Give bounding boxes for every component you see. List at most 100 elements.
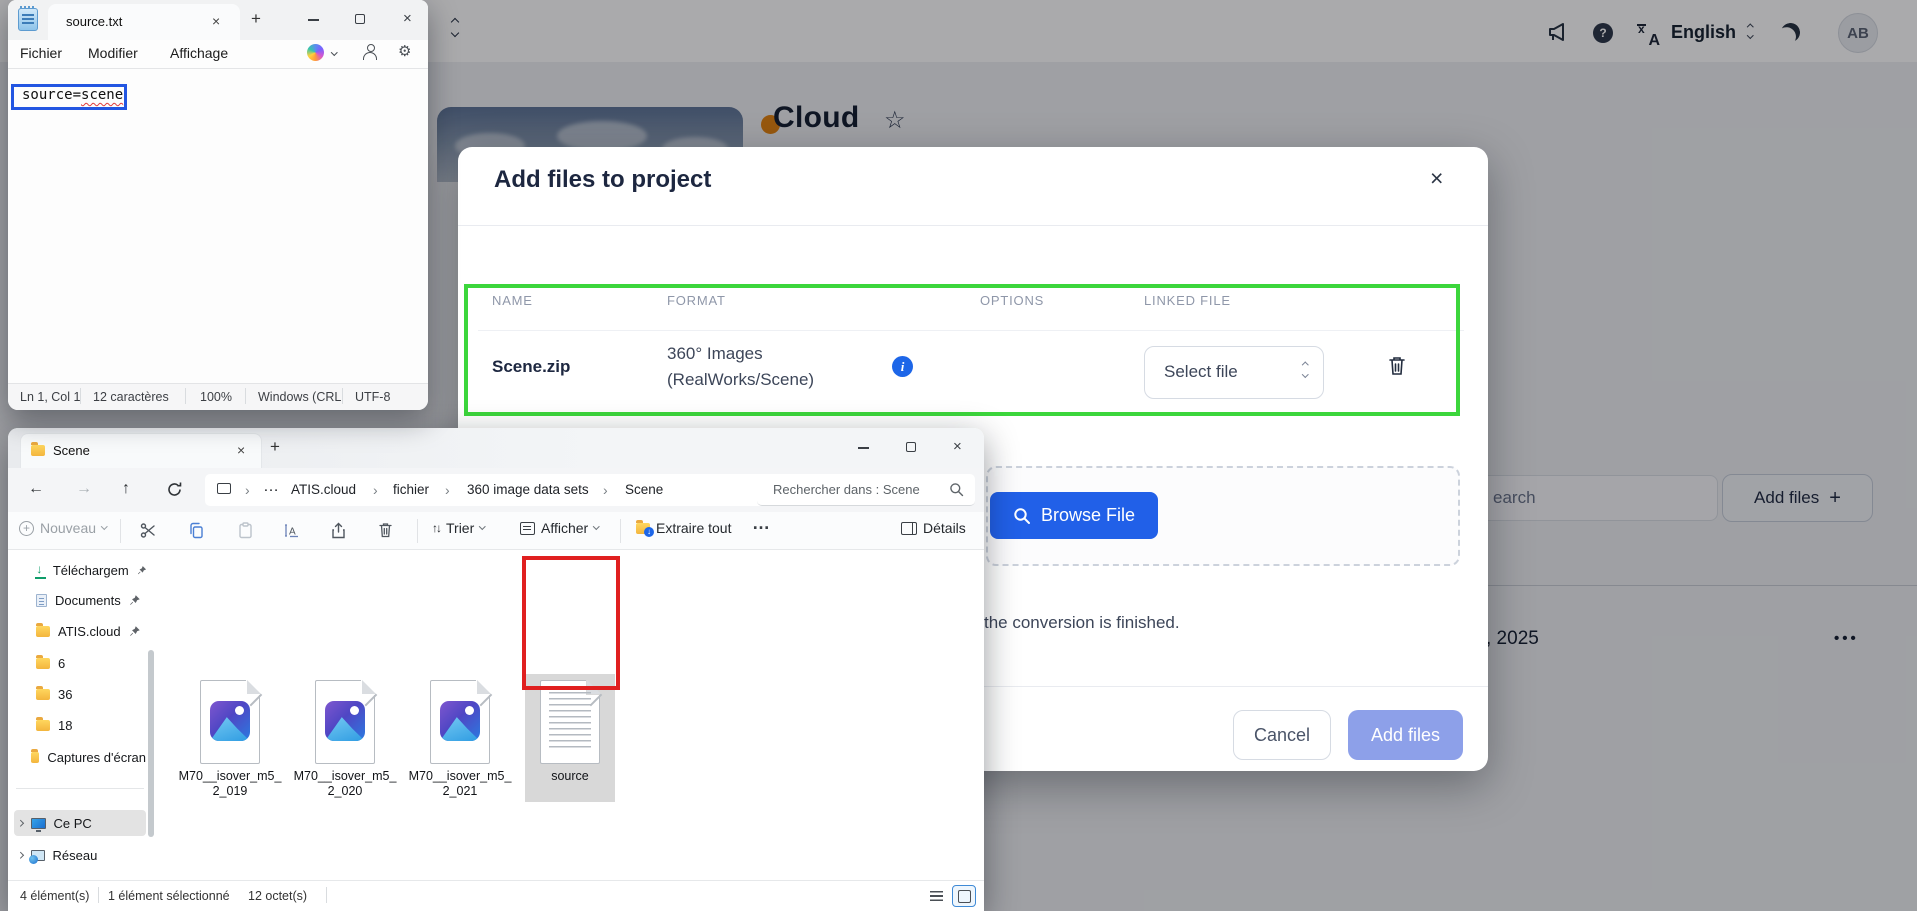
large-icons-view-icon[interactable] [952, 885, 976, 907]
sidebar-item-6[interactable]: 6 [14, 650, 146, 676]
crumb-atis-cloud[interactable]: ATIS.cloud [291, 482, 356, 497]
linked-file-select[interactable]: Select file [1144, 346, 1324, 399]
sidebar-item-ce-pc[interactable]: Ce PC [14, 810, 146, 836]
crumb-360-image-data-sets[interactable]: 360 image data sets [467, 482, 589, 497]
sidebar-item-atis-cloud[interactable]: ATIS.cloud [14, 618, 146, 644]
details-button[interactable]: Détails [901, 520, 966, 536]
delete-icon[interactable] [377, 521, 394, 539]
crumb-ellipsis[interactable]: … [263, 478, 279, 496]
svg-text:A: A [289, 527, 296, 538]
nav-back-icon[interactable]: ← [28, 480, 44, 498]
close-icon[interactable]: × [403, 10, 412, 27]
sidebar-item-documents[interactable]: Documents [14, 587, 146, 613]
plus-circle-icon: + [19, 521, 34, 536]
browse-file-button[interactable]: Browse File [990, 492, 1158, 539]
select-stepper-icon [1303, 363, 1308, 376]
sidebar-item-18[interactable]: 18 [14, 712, 146, 738]
paste-icon[interactable] [237, 522, 254, 539]
explorer-toolbar: + Nouveau A [8, 512, 984, 550]
minimize-icon[interactable] [858, 447, 869, 449]
sidebar-item-reseau[interactable]: Réseau [14, 842, 146, 868]
crumb-fichier[interactable]: fichier [393, 482, 429, 497]
extraire-label: Extraire tout [656, 520, 731, 536]
add-files-submit-button[interactable]: Add files [1348, 710, 1463, 760]
sidebar-scrollbar[interactable] [148, 650, 154, 837]
delete-row-icon[interactable] [1386, 354, 1408, 378]
conversion-note: the conversion is finished. [984, 613, 1180, 633]
tab-close-icon[interactable]: × [237, 442, 245, 458]
copy-icon[interactable] [188, 522, 205, 539]
file-name-cell: Scene.zip [492, 357, 570, 377]
copilot-icon[interactable] [307, 44, 324, 61]
sort-button[interactable]: ↑↓ Trier [432, 520, 485, 536]
file-tile-019[interactable]: M70__isover_m5_2_019 [178, 680, 282, 799]
this-pc-icon [217, 483, 231, 494]
menu-fichier[interactable]: Fichier [20, 45, 62, 61]
crumb-chevron-icon: › [603, 482, 608, 498]
explorer-search-input[interactable]: Rechercher dans : Scene [757, 474, 975, 506]
notepad-statusbar: Ln 1, Col 1 12 caractères 100% Windows (… [8, 383, 428, 410]
list-view-icon[interactable] [930, 891, 943, 901]
minimize-icon[interactable] [308, 19, 319, 21]
cut-icon[interactable] [140, 522, 157, 539]
notepad-tab[interactable]: source.txt × [48, 4, 240, 40]
details-icon [901, 522, 917, 535]
status-separator [326, 887, 327, 903]
share-icon[interactable] [330, 522, 347, 539]
crumb-chevron-icon: › [245, 482, 250, 498]
folder-icon [36, 626, 50, 637]
tab-close-icon[interactable]: × [212, 13, 220, 29]
menu-affichage[interactable]: Affichage [170, 45, 228, 61]
browse-file-label: Browse File [1041, 505, 1135, 526]
breadcrumb[interactable]: › … ATIS.cloud › fichier › 360 image dat… [205, 474, 765, 506]
menu-modifier[interactable]: Modifier [88, 45, 138, 61]
extract-all-button[interactable]: ↓ Extraire tout [636, 520, 731, 536]
new-item-button[interactable]: + Nouveau [19, 520, 107, 536]
status-separator [245, 388, 246, 404]
nav-up-icon[interactable]: ↑ [122, 480, 130, 498]
new-tab-icon[interactable]: + [270, 437, 280, 457]
editor-text[interactable]: source=scene [22, 87, 123, 103]
sidebar-item-captures[interactable]: Captures d'écran [14, 744, 146, 770]
crumb-scene[interactable]: Scene [625, 482, 663, 497]
afficher-label: Afficher [541, 520, 588, 536]
sidebar-item-36[interactable]: 36 [14, 681, 146, 707]
file-name: M70__isover_m5_2_020 [293, 769, 397, 799]
sidebar-item-label: 6 [58, 656, 65, 671]
sidebar-item-label: 36 [58, 687, 72, 702]
file-explorer-window: Scene × + × ← → ↑ › … ATIS.cloud › fichi… [8, 428, 984, 911]
cancel-button[interactable]: Cancel [1233, 710, 1331, 760]
toolbar-more-icon[interactable]: … [752, 513, 770, 534]
folder-icon [36, 658, 50, 669]
maximize-icon[interactable] [906, 442, 916, 452]
nav-refresh-icon[interactable] [166, 481, 183, 498]
copilot-chevron-icon[interactable] [331, 49, 337, 55]
maximize-icon[interactable] [355, 14, 365, 24]
notepad-window: source.txt × + × Fichier Modifier Affich… [8, 0, 428, 410]
view-button[interactable]: Afficher [520, 520, 599, 536]
rename-icon[interactable]: A [282, 522, 301, 539]
nav-forward-icon[interactable]: → [76, 480, 92, 498]
new-tab-icon[interactable]: + [251, 9, 261, 29]
expand-chevron-icon[interactable] [17, 820, 23, 826]
column-header-options: OPTIONS [980, 293, 1044, 308]
explorer-titlebar[interactable]: Scene × + × [8, 428, 984, 468]
file-format-cell: 360° Images (RealWorks/Scene) [667, 341, 814, 393]
info-icon[interactable]: i [892, 356, 913, 377]
column-header-linked-file: LINKED FILE [1144, 293, 1231, 308]
close-icon[interactable]: × [953, 438, 962, 455]
settings-gear-icon[interactable]: ⚙ [398, 42, 411, 60]
search-icon [949, 482, 964, 497]
file-tile-source[interactable]: source [518, 680, 622, 784]
account-icon[interactable] [362, 44, 378, 60]
expand-chevron-icon[interactable] [17, 852, 23, 858]
file-tile-021[interactable]: M70__isover_m5_2_021 [408, 680, 512, 799]
sidebar-item-label: Ce PC [54, 816, 92, 831]
modal-close-icon[interactable]: × [1430, 165, 1443, 192]
sidebar-item-telechargements[interactable]: ↓ Téléchargem [14, 557, 146, 583]
file-tile-020[interactable]: M70__isover_m5_2_020 [293, 680, 397, 799]
notepad-titlebar[interactable]: source.txt × + × [8, 0, 428, 40]
explorer-tab[interactable]: Scene × [20, 433, 262, 468]
file-name: source [518, 769, 622, 784]
view-icon [520, 522, 535, 535]
